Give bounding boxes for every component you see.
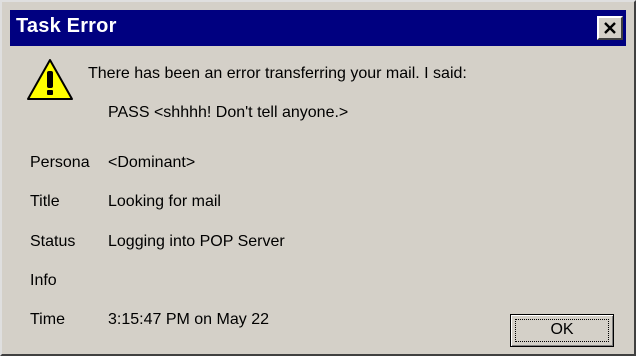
persona-value: <Dominant> (108, 154, 196, 171)
close-icon (604, 22, 616, 34)
ok-button[interactable]: OK (510, 314, 614, 347)
error-message-line2: PASS <shhhh! Don't tell anyone.> (108, 104, 349, 121)
close-button[interactable] (597, 16, 623, 40)
time-label: Time (30, 311, 65, 328)
time-value: 3:15:47 PM on May 22 (108, 311, 269, 328)
ok-button-label: OK (550, 321, 574, 338)
info-label: Info (30, 272, 57, 289)
warning-icon (27, 59, 73, 100)
status-label: Status (30, 233, 76, 250)
title-bar[interactable]: Task Error (10, 10, 626, 46)
task-error-dialog: Task Error There has been an error trans… (0, 0, 636, 356)
persona-label: Persona (30, 154, 90, 171)
error-message-line1: There has been an error transferring you… (88, 65, 467, 82)
status-value: Logging into POP Server (108, 233, 285, 250)
title-label: Title (30, 193, 60, 210)
title-value: Looking for mail (108, 193, 221, 210)
window-title: Task Error (16, 15, 117, 37)
